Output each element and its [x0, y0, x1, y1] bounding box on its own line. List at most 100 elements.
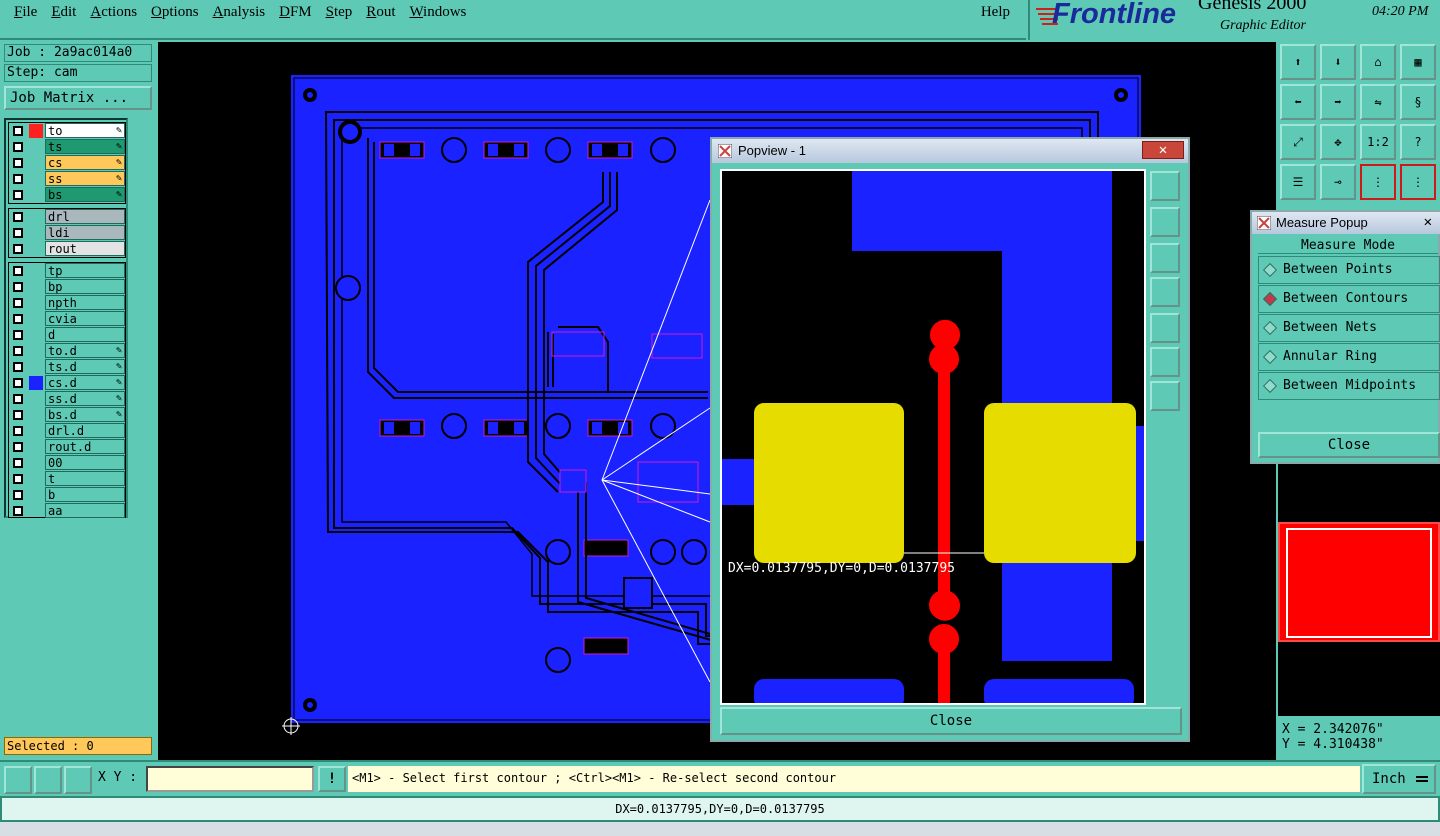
layer-checkbox[interactable] [13, 126, 23, 136]
layer-checkbox[interactable] [13, 474, 23, 484]
pan-left-icon[interactable]: ⬅ [1280, 84, 1316, 120]
zoom-fit-icon[interactable] [1150, 171, 1180, 201]
layer-name[interactable]: bs ✎ [45, 187, 125, 202]
warning-icon[interactable]: ! [318, 766, 346, 792]
layer-checkbox[interactable] [13, 410, 23, 420]
measure-close-button[interactable]: Close [1258, 432, 1440, 458]
overview-viewport[interactable] [1286, 528, 1432, 638]
layer-row[interactable]: ss ✎ [9, 171, 125, 187]
close-icon[interactable]: ✕ [1142, 141, 1184, 159]
layer-name[interactable]: ldi [45, 225, 125, 240]
layer-name[interactable]: cs ✎ [45, 155, 125, 170]
job-matrix-button[interactable]: Job Matrix ... [4, 86, 152, 110]
layer-checkbox[interactable] [13, 442, 23, 452]
pan-down-icon[interactable] [1150, 243, 1180, 273]
angle-icon[interactable] [34, 766, 62, 794]
popview-title-bar[interactable]: Popview - 1 [712, 139, 1188, 163]
pan-left-icon[interactable] [1150, 277, 1180, 307]
layer-row[interactable]: tp [9, 263, 125, 279]
layer-checkbox[interactable] [13, 378, 23, 388]
grid-icon[interactable] [64, 766, 92, 794]
layer-name[interactable]: b [45, 487, 125, 502]
layer-name[interactable]: to.d ✎ [45, 343, 125, 358]
layer-name[interactable]: drl [45, 209, 125, 224]
close-icon[interactable]: ✕ [1424, 214, 1432, 230]
filter-icon[interactable]: ☰ [1280, 164, 1316, 200]
layer-name[interactable]: ss.d ✎ [45, 391, 125, 406]
layer-row[interactable]: drl.d [9, 423, 125, 439]
layer-checkbox[interactable] [13, 458, 23, 468]
layer-row[interactable]: ts ✎ [9, 139, 125, 155]
pan-right-icon[interactable] [1150, 313, 1180, 343]
layer-row[interactable]: ts.d ✎ [9, 359, 125, 375]
layer-checkbox[interactable] [13, 158, 23, 168]
layer-name[interactable]: cs.d ✎ [45, 375, 125, 390]
option-between-contours[interactable]: Between Contours [1258, 285, 1440, 313]
layer-row[interactable]: bs ✎ [9, 187, 125, 203]
units-dropdown[interactable]: Inch [1362, 764, 1436, 794]
overview-map[interactable] [1278, 522, 1440, 642]
window-icon[interactable]: ▦ [1400, 44, 1436, 80]
home-icon[interactable]: ⌂ [1360, 44, 1396, 80]
popview-close-button[interactable]: Close [720, 707, 1182, 735]
menu-analysis[interactable]: Analysis [213, 4, 266, 21]
layer-checkbox[interactable] [13, 212, 23, 222]
layer-name[interactable]: ts.d ✎ [45, 359, 125, 374]
layer-row[interactable]: rout [9, 241, 125, 257]
option-annular-ring[interactable]: Annular Ring [1258, 343, 1440, 371]
layer-checkbox[interactable] [13, 190, 23, 200]
layer-checkbox[interactable] [13, 362, 23, 372]
layer-row[interactable]: rout.d [9, 439, 125, 455]
pan-up-icon[interactable] [1150, 207, 1180, 237]
layer-row[interactable]: npth [9, 295, 125, 311]
layer-checkbox[interactable] [13, 282, 23, 292]
layer-row[interactable]: d [9, 327, 125, 343]
layer-row[interactable]: to.d ✎ [9, 343, 125, 359]
layer-name[interactable]: ss ✎ [45, 171, 125, 186]
mirror-icon[interactable]: ⇋ [1360, 84, 1396, 120]
menu-options[interactable]: Options [151, 4, 199, 21]
layer-name[interactable]: bs.d ✎ [45, 407, 125, 422]
zoom-out-icon[interactable]: ⤢ [1280, 124, 1316, 160]
layer-row[interactable]: t [9, 471, 125, 487]
layer-row[interactable]: ss.d ✎ [9, 391, 125, 407]
layer-name[interactable]: drl.d [45, 423, 125, 438]
option-between-nets[interactable]: Between Nets [1258, 314, 1440, 342]
menu-help[interactable]: Help [981, 4, 1010, 21]
layer-row[interactable]: to ✎ [9, 123, 125, 139]
menu-file[interactable]: File [14, 4, 37, 21]
probe-icon[interactable]: ⊸ [1320, 164, 1356, 200]
menu-step[interactable]: Step [326, 4, 353, 21]
layer-row[interactable]: bs.d ✎ [9, 407, 125, 423]
layer-checkbox[interactable] [13, 330, 23, 340]
layer-row[interactable]: cvia [9, 311, 125, 327]
layer-checkbox[interactable] [13, 298, 23, 308]
menu-windows[interactable]: Windows [409, 4, 466, 21]
zoom-in-icon[interactable]: ✥ [1320, 124, 1356, 160]
measure-title-bar[interactable]: Measure Popup [1252, 212, 1440, 234]
menu-actions[interactable]: Actions [90, 4, 137, 21]
layer-checkbox[interactable] [13, 426, 23, 436]
layer-row[interactable]: drl [9, 209, 125, 225]
layer-row[interactable]: b [9, 487, 125, 503]
layer-checkbox[interactable] [13, 314, 23, 324]
layer-checkbox[interactable] [13, 346, 23, 356]
layer-row[interactable]: ldi [9, 225, 125, 241]
zoom-out-icon[interactable] [1150, 347, 1180, 377]
layer-checkbox[interactable] [13, 490, 23, 500]
pan-up-icon[interactable]: ⬆ [1280, 44, 1316, 80]
option-between-midpoints[interactable]: Between Midpoints [1258, 372, 1440, 400]
layer-checkbox[interactable] [13, 228, 23, 238]
layer-checkbox[interactable] [13, 244, 23, 254]
layer-name[interactable]: cvia [45, 311, 125, 326]
net-select-icon[interactable]: ⋮ [1400, 164, 1436, 200]
snap-icon[interactable]: § [1400, 84, 1436, 120]
layer-checkbox[interactable] [13, 266, 23, 276]
layer-checkbox[interactable] [13, 394, 23, 404]
menu-edit[interactable]: Edit [51, 4, 76, 21]
layer-name[interactable]: aa [45, 503, 125, 518]
layer-name[interactable]: npth [45, 295, 125, 310]
snap-grid-icon[interactable] [4, 766, 32, 794]
layer-name[interactable]: rout [45, 241, 125, 256]
layer-row[interactable]: 00 [9, 455, 125, 471]
